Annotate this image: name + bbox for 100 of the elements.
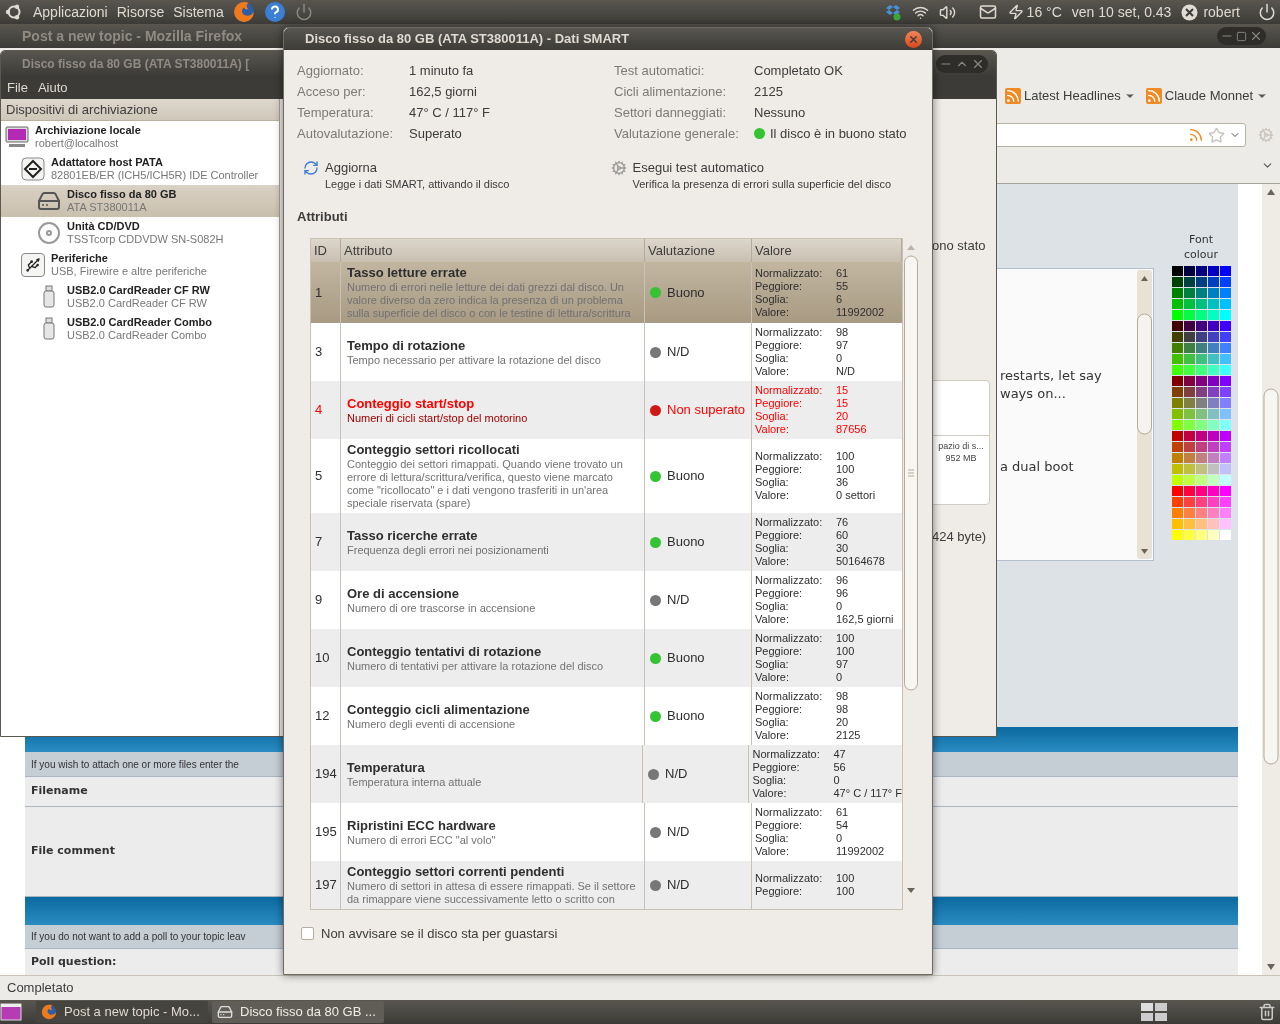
device-name: USB2.0 CardReader CF RW bbox=[67, 284, 210, 297]
value-text: 50164678 bbox=[836, 555, 885, 568]
field-label: Valutazione generale: bbox=[614, 124, 740, 143]
value-text: 30 bbox=[836, 542, 849, 555]
assessment-text: Buono bbox=[667, 467, 705, 486]
attribute-id: 7 bbox=[315, 533, 323, 552]
value-label: Normalizzato: bbox=[755, 806, 824, 819]
value-label: Peggiore: bbox=[755, 279, 804, 293]
value-text: 15 bbox=[836, 384, 849, 397]
assessment-text: Buono bbox=[667, 283, 705, 302]
value-text: 20 bbox=[836, 410, 849, 423]
action-title: Esegui test automatico bbox=[632, 159, 766, 177]
assessment-text: Buono bbox=[667, 533, 705, 552]
value-label: Peggiore: bbox=[755, 397, 804, 410]
device-name: Archiviazione locale bbox=[35, 124, 141, 137]
value-text: 87656 bbox=[836, 423, 867, 436]
value-label: Valore: bbox=[755, 729, 791, 742]
value-text: 0 bbox=[833, 774, 840, 787]
value-label: Peggiore: bbox=[755, 703, 804, 716]
field-label: Aggiornato: bbox=[297, 61, 365, 80]
field-label: Autovalutazione: bbox=[297, 124, 395, 143]
attribute-id: 9 bbox=[315, 591, 323, 610]
attribute-name: Conteggio cicli alimentazione bbox=[347, 701, 531, 718]
attribute-name: Conteggio start/stop bbox=[347, 395, 476, 412]
value-text: 96 bbox=[836, 587, 849, 600]
field-value: Superato bbox=[409, 124, 462, 143]
value-text: 2125 bbox=[836, 729, 861, 742]
value-text: 76 bbox=[836, 516, 849, 529]
field-label: Test automatici: bbox=[614, 61, 706, 80]
value-label: Peggiore: bbox=[755, 339, 804, 352]
value-label: Soglia: bbox=[755, 716, 790, 729]
device-description: ATA ST380011A bbox=[67, 201, 148, 214]
status-text: ono stato bbox=[932, 237, 987, 255]
attribute-description: Numero di errori ECC "al volo" bbox=[347, 833, 497, 847]
assessment-text: N/D bbox=[667, 343, 690, 362]
value-text: 98 bbox=[836, 690, 849, 703]
action-title: Aggiorna bbox=[325, 159, 379, 177]
attribute-description: Numero di settori in attesa di essere rimappati. Se il settore da rimappare viene successivamente letto o scritto con bbox=[347, 880, 637, 906]
value-text: 0 settori bbox=[836, 489, 876, 502]
attribute-id: 10 bbox=[315, 649, 330, 668]
message-text: restarts, let say bbox=[1000, 367, 1103, 385]
value-text: 55 bbox=[836, 279, 849, 293]
volume-size: 952 MB bbox=[945, 451, 977, 464]
value-text: 6 bbox=[836, 292, 843, 306]
value-text: 0 bbox=[836, 832, 843, 845]
value-label: Normalizzato: bbox=[755, 872, 824, 885]
attribute-name: Ripristini ECC hardware bbox=[347, 817, 497, 834]
value-text: N/D bbox=[836, 365, 855, 378]
attribute-name: Conteggio tentativi di rotazione bbox=[347, 643, 543, 660]
device-name: Periferiche bbox=[51, 252, 109, 265]
device-name: USB2.0 CardReader Combo bbox=[67, 316, 212, 329]
volume-name: pazio di s... bbox=[938, 439, 984, 452]
attribute-description: Frequenza degli errori nei posizionamenti bbox=[347, 543, 550, 557]
value-label: Valore: bbox=[752, 787, 788, 800]
window-title: Disco fisso da 80 GB (ATA ST380011A) [ bbox=[22, 55, 250, 73]
attribute-description: Numero di tentativi per attivare la rotazione del disco bbox=[347, 659, 605, 673]
assessment-text: Non superato bbox=[667, 401, 746, 420]
value-text: 11992002 bbox=[836, 305, 885, 319]
value-text: 100 bbox=[836, 872, 855, 885]
field-value: Nessuno bbox=[754, 103, 806, 122]
value-text: 100 bbox=[836, 645, 855, 658]
device-description: USB2.0 CardReader CF RW bbox=[67, 297, 208, 310]
attribute-id: 12 bbox=[315, 707, 330, 726]
attribute-description: Temperatura interna attuale bbox=[346, 775, 483, 789]
attribute-description: Conteggio dei settori rimappati. Quando viene trovato un errore di lettura/scrittura/verifica, questo viene marcato come "ricollocato" e i dati vengono trasferiti in un'area speciale riservata (spare) bbox=[347, 458, 624, 510]
value-text: 96 bbox=[836, 574, 849, 587]
device-description: USB, Firewire e altre periferiche bbox=[51, 265, 207, 278]
attribute-name: Tasso letture errate bbox=[347, 265, 468, 281]
value-label: Valore: bbox=[755, 423, 791, 436]
value-text: 0 bbox=[836, 352, 843, 365]
value-label: Soglia: bbox=[752, 774, 788, 787]
value-label: Normalizzato: bbox=[755, 690, 824, 703]
value-label: Normalizzato: bbox=[755, 516, 824, 529]
message-text: a dual boot bbox=[1000, 458, 1075, 476]
action-description: Legge i dati SMART, attivando il disco bbox=[325, 177, 511, 191]
field-value: 1 minuto fa bbox=[409, 61, 474, 80]
form-hint: If you wish to attach one or more files enter the bbox=[31, 757, 239, 772]
value-label: Soglia: bbox=[755, 658, 790, 671]
value-text: 61 bbox=[836, 266, 849, 280]
attribute-name: Temperatura bbox=[346, 759, 426, 776]
value-label: Peggiore: bbox=[755, 529, 804, 542]
value-text: 20 bbox=[836, 716, 849, 729]
value-label: Valore: bbox=[755, 305, 791, 319]
field-label: Acceso per: bbox=[297, 82, 367, 101]
value-label: Valore: bbox=[755, 845, 791, 858]
attribute-id: 1 bbox=[315, 283, 323, 302]
form-hint: If you do not want to add a poll to your topic leav bbox=[31, 930, 246, 944]
value-text: 61 bbox=[836, 806, 849, 819]
value-label: Soglia: bbox=[755, 476, 790, 489]
value-label: Normalizzato: bbox=[755, 326, 824, 339]
assessment-text: Buono bbox=[667, 649, 705, 668]
sidebar-header: Dispositivi di archiviazione bbox=[1, 99, 279, 121]
assessment-text: Buono bbox=[667, 707, 705, 726]
value-label: Normalizzato: bbox=[755, 632, 824, 645]
field-value: 2125 bbox=[754, 82, 783, 101]
value-label: Soglia: bbox=[755, 292, 790, 306]
checkbox-label: Non avvisare se il disco sta per guastarsi bbox=[321, 925, 558, 943]
value-label: Peggiore: bbox=[755, 587, 804, 600]
field-label: Temperatura: bbox=[297, 103, 375, 122]
value-text: 100 bbox=[836, 885, 855, 898]
